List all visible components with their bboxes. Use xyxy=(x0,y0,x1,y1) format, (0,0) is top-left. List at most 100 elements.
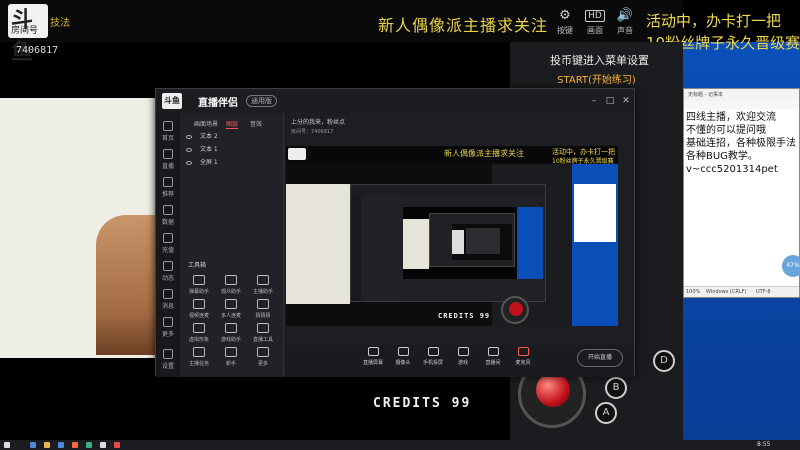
tool-item[interactable]: 新手 xyxy=(216,347,246,367)
microphone-icon xyxy=(517,347,529,356)
screen-capture-button[interactable]: 直播屏幕 xyxy=(361,347,385,366)
notepad-status-bar: 100% Windows (CRLF) UTF-8 xyxy=(684,286,799,297)
stream-preview[interactable]: 新人偶像派主播求关注 活动中，办卡打一把 10粉丝牌子永久晋级赛 CREDITS… xyxy=(286,146,618,326)
app-titlebar[interactable]: 斗鱼 直播伴侣 通用版 – □ ✕ xyxy=(156,89,634,113)
tool-item[interactable]: 猜猜猜 xyxy=(248,299,278,319)
source-row[interactable]: 文本 1 xyxy=(186,144,276,156)
line-ending-status: Windows (CRLF) xyxy=(706,289,747,295)
button-d[interactable]: D xyxy=(653,350,675,372)
nav-label: 消息 xyxy=(161,303,174,310)
nested3-game xyxy=(452,230,464,254)
room-button[interactable]: 直播间 xyxy=(481,347,505,366)
nested-joystick-ball xyxy=(509,302,523,316)
tool-icon xyxy=(193,275,205,285)
gear-icon[interactable]: ⚙ 按键 xyxy=(550,8,580,36)
source-row[interactable]: 文本 2 xyxy=(186,131,276,143)
nested-app-nav xyxy=(351,195,361,301)
nav-label: 更多 xyxy=(161,331,174,338)
message-icon xyxy=(163,289,173,299)
phone-cast-button[interactable]: 手机投屏 xyxy=(421,347,445,366)
speaker-glyph: 🔊 xyxy=(616,8,634,23)
encoding-status: UTF-8 xyxy=(756,289,771,295)
tool-item[interactable]: 主播助手 xyxy=(248,275,278,295)
tool-item[interactable]: 游戏助手 xyxy=(216,323,246,343)
tool-item[interactable]: 主播任务 xyxy=(184,347,214,367)
tool-icon xyxy=(225,347,237,357)
camera-button[interactable]: 摄像头 xyxy=(391,347,415,366)
eye-icon[interactable] xyxy=(186,134,192,139)
tool-item[interactable]: 更多 xyxy=(248,347,278,367)
button-b[interactable]: B xyxy=(605,377,627,399)
tab-scenes[interactable]: 画面场景 xyxy=(194,119,218,128)
promo-line-1: 活动中，办卡打一把 xyxy=(646,12,782,30)
room-icon xyxy=(487,347,499,356)
tool-label: 观众助手 xyxy=(220,289,241,295)
eye-icon[interactable] xyxy=(186,147,192,152)
nested-game-screen xyxy=(286,184,350,304)
nav-feed[interactable]: 动态 xyxy=(158,261,178,282)
notepad-window[interactable]: 无标题 - 记事本 四线主播，欢迎交流 不懂的可以提问哦 基础连招，各种极限手法… xyxy=(683,88,800,298)
nav-settings[interactable]: 设置 xyxy=(158,349,178,370)
gear-label: 按键 xyxy=(557,26,573,35)
nested3-window xyxy=(466,228,500,254)
nav-home[interactable]: 首页 xyxy=(158,121,178,142)
nav-recharge[interactable]: 充值 xyxy=(158,233,178,254)
tool-label: 直播工具 xyxy=(252,337,273,343)
data-icon xyxy=(163,205,173,215)
taskbar-app-icon[interactable] xyxy=(100,442,106,448)
room-id: 7406817 xyxy=(16,45,59,56)
source-label: 文本 1 xyxy=(200,146,218,153)
nested3-preview xyxy=(452,224,512,260)
tool-item[interactable]: 虚拟形象 xyxy=(184,323,214,343)
streaming-app-window[interactable]: 斗鱼 直播伴侣 通用版 – □ ✕ 首页 直播 推荐 数据 充值 动态 消息 更… xyxy=(155,88,635,377)
maximize-button[interactable]: □ xyxy=(604,95,616,107)
taskbar-app-icon[interactable] xyxy=(58,442,64,448)
notepad-menu[interactable] xyxy=(684,101,799,109)
windows-taskbar: 8:55 xyxy=(0,440,800,450)
eye-icon[interactable] xyxy=(186,160,192,165)
bottom-label: 直播屏幕 xyxy=(362,360,383,366)
button-a[interactable]: A xyxy=(595,402,617,424)
tool-label: 主播任务 xyxy=(188,361,209,367)
speaker-icon[interactable]: 🔊 声音 xyxy=(610,8,640,36)
taskbar-app-icon[interactable] xyxy=(30,442,36,448)
overlay-title: 新人偶像派主播求关注 xyxy=(378,16,549,35)
tab-layers[interactable]: 图层 xyxy=(226,119,239,129)
nav-recommend[interactable]: 推荐 xyxy=(158,177,178,198)
nested-joystick xyxy=(501,296,529,324)
tool-item[interactable]: 视频连麦 xyxy=(184,299,214,319)
tool-item[interactable]: 直播工具 xyxy=(248,323,278,343)
screen: 斗鱼 房间号 技法 新人偶像派主播求关注 ⚙ 按键 HD 画面 🔊 声音 740… xyxy=(0,0,800,450)
close-button[interactable]: ✕ xyxy=(620,95,632,107)
joystick-ball[interactable] xyxy=(536,373,570,407)
start-stream-button[interactable]: 开始直播 xyxy=(577,349,623,367)
taskbar-app-icon[interactable] xyxy=(86,442,92,448)
nav-live[interactable]: 直播 xyxy=(158,149,178,170)
bottom-label: 直播间 xyxy=(485,360,501,366)
notepad-text[interactable]: 四线主播，欢迎交流 不懂的可以提问哦 基础连招，各种极限手法 各种BUG教学。 … xyxy=(686,111,799,176)
start-icon[interactable] xyxy=(4,442,10,448)
nav-data[interactable]: 数据 xyxy=(158,205,178,226)
scenes-panel: 画面场景 图层 音效 文本 2 文本 1 全屏 1 工具箱 弹幕助手 观众助手 … xyxy=(180,113,284,377)
tool-icon xyxy=(257,347,269,357)
taskbar-app-icon[interactable] xyxy=(44,442,50,448)
tool-item[interactable]: 观众助手 xyxy=(216,275,246,295)
tab-audio[interactable]: 音效 xyxy=(250,119,262,128)
nested-app-scenes xyxy=(361,195,403,301)
tool-item[interactable]: 弹幕助手 xyxy=(184,275,214,295)
taskbar-app-icon[interactable] xyxy=(114,442,120,448)
nested-preview: 新人偶像派主播求关注 活动中，办卡打一把 10粉丝牌子永久晋级赛 CREDITS… xyxy=(286,146,618,326)
nav-more[interactable]: 更多 xyxy=(158,317,178,338)
minimize-button[interactable]: – xyxy=(588,95,600,107)
taskbar-app-icon[interactable] xyxy=(72,442,78,448)
nested-title: 新人偶像派主播求关注 xyxy=(444,149,524,158)
hd-icon[interactable]: HD 画面 xyxy=(580,10,610,36)
nested2-desktop xyxy=(517,207,543,279)
source-row[interactable]: 全屏 1 xyxy=(186,157,276,169)
nav-messages[interactable]: 消息 xyxy=(158,289,178,310)
app-version-badge: 通用版 xyxy=(246,95,277,107)
progress-bubble[interactable]: 47% xyxy=(782,255,800,277)
game-button[interactable]: 游戏 xyxy=(451,347,475,366)
microphone-button[interactable]: 麦克风 xyxy=(511,347,535,366)
tool-item[interactable]: 多人连麦 xyxy=(216,299,246,319)
